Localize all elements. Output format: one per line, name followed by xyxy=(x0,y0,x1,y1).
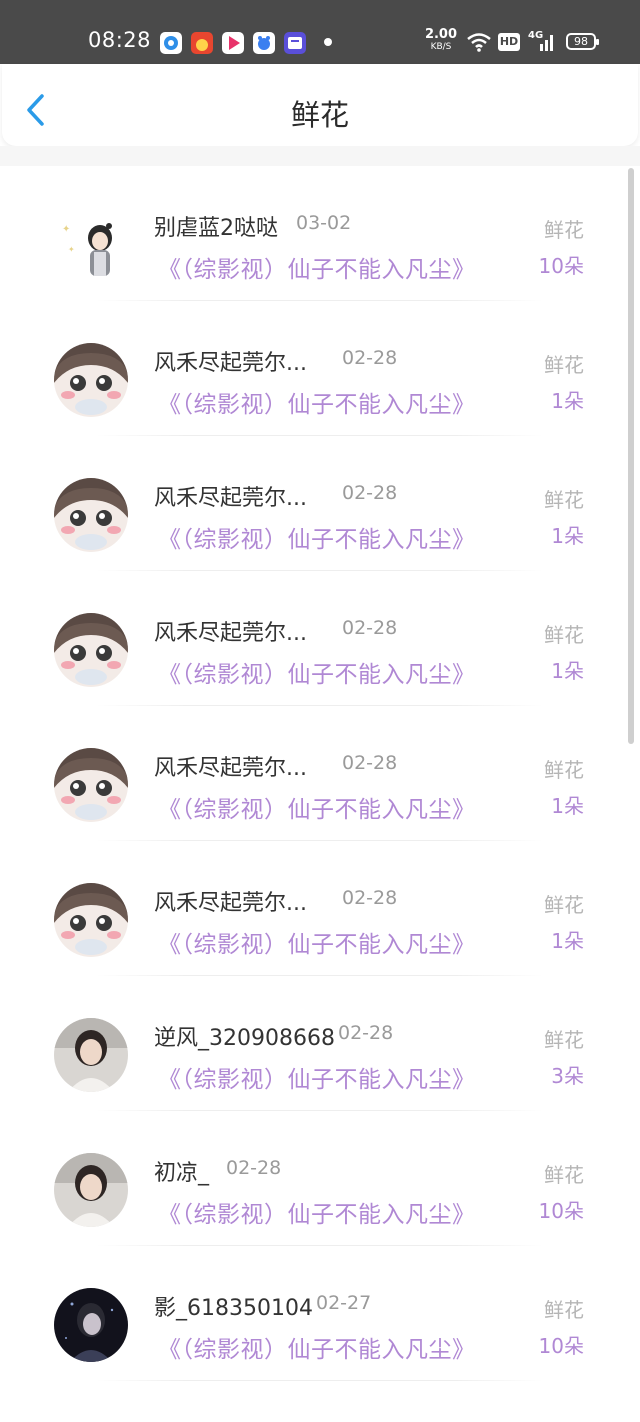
book-title[interactable]: 《（综影视）仙子不能入凡尘》 xyxy=(158,1195,476,1229)
svg-text:✦: ✦ xyxy=(68,245,75,254)
page-header: 鲜花 xyxy=(2,64,638,146)
user-name[interactable]: 风禾尽起莞尔... xyxy=(154,615,307,647)
book-title[interactable]: 《（综影视）仙子不能入凡尘》 xyxy=(158,925,476,959)
gift-count: 10朵 xyxy=(538,254,584,278)
list-item[interactable]: 影_618350104 02-27 《（综影视）仙子不能入凡尘》 鲜花 10朵 xyxy=(0,1246,640,1381)
gift-date: 02-28 xyxy=(338,1022,394,1044)
status-bar: 08:28 2.00 KB/S HD 4G 98 xyxy=(0,0,640,64)
network-speed-unit: KB/S xyxy=(430,42,452,52)
gift-type-label: 鲜花 xyxy=(544,1163,584,1187)
user-name[interactable]: 风禾尽起莞尔... xyxy=(154,885,307,917)
anime-avatar[interactable]: ✦ ✦ xyxy=(54,208,128,282)
book-title[interactable]: 《（综影视）仙子不能入凡尘》 xyxy=(158,250,476,284)
cute-girl-avatar[interactable] xyxy=(54,748,128,822)
hd-badge: HD xyxy=(498,33,520,51)
photo-avatar[interactable] xyxy=(54,1018,128,1092)
flower-gift-list[interactable]: ✦ ✦ 别虐蓝2哒哒 03-02 《（综影视）仙子不能入凡尘》 鲜花 10朵 风禾… xyxy=(0,166,640,1422)
app-notification-icon xyxy=(284,32,306,54)
gift-count: 1朵 xyxy=(551,659,584,683)
gift-count: 1朵 xyxy=(551,794,584,818)
more-notifications-dot xyxy=(324,38,332,46)
user-name[interactable]: 逆风_320908668 xyxy=(154,1020,335,1052)
gift-date: 03-02 xyxy=(296,212,352,234)
battery-indicator: 98 xyxy=(566,33,599,50)
list-item[interactable]: 风禾尽起莞尔... 02-28 《（综影视）仙子不能入凡尘》 鲜花 1朵 xyxy=(0,436,640,571)
app-notification-icon xyxy=(191,32,213,54)
header-spacer xyxy=(0,146,640,166)
gift-type-label: 鲜花 xyxy=(544,758,584,782)
gift-type-label: 鲜花 xyxy=(544,1298,584,1322)
app-notification-icon xyxy=(253,32,275,54)
gift-date: 02-28 xyxy=(226,1157,282,1179)
dark-photo-avatar[interactable] xyxy=(54,1288,128,1362)
gift-date: 02-28 xyxy=(342,347,398,369)
gift-date: 02-28 xyxy=(342,752,398,774)
network-speed: 2.00 KB/S xyxy=(424,28,458,52)
gift-type-label: 鲜花 xyxy=(544,488,584,512)
book-title[interactable]: 《（综影视）仙子不能入凡尘》 xyxy=(158,790,476,824)
app-notification-icon xyxy=(160,32,182,54)
gift-count: 1朵 xyxy=(551,929,584,953)
gift-count: 10朵 xyxy=(538,1334,584,1358)
list-item[interactable]: 风禾尽起莞尔... 02-28 《（综影视）仙子不能入凡尘》 鲜花 1朵 xyxy=(0,301,640,436)
gift-type-label: 鲜花 xyxy=(544,893,584,917)
gift-count: 3朵 xyxy=(551,1064,584,1088)
gift-count: 10朵 xyxy=(538,1199,584,1223)
list-item[interactable]: ✦ ✦ 别虐蓝2哒哒 03-02 《（综影视）仙子不能入凡尘》 鲜花 10朵 xyxy=(0,166,640,301)
user-name[interactable]: 风禾尽起莞尔... xyxy=(154,480,307,512)
gift-type-label: 鲜花 xyxy=(544,218,584,242)
book-title[interactable]: 《（综影视）仙子不能入凡尘》 xyxy=(158,1330,476,1364)
cute-girl-avatar[interactable] xyxy=(54,613,128,687)
cute-girl-avatar[interactable] xyxy=(54,343,128,417)
book-title[interactable]: 《（综影视）仙子不能入凡尘》 xyxy=(158,520,476,554)
cute-girl-avatar[interactable] xyxy=(54,478,128,552)
user-name[interactable]: 初凉_ xyxy=(154,1155,209,1187)
list-item[interactable]: 风禾尽起莞尔... 02-28 《（综影视）仙子不能入凡尘》 鲜花 1朵 xyxy=(0,706,640,841)
gift-count: 1朵 xyxy=(551,389,584,413)
gift-type-label: 鲜花 xyxy=(544,623,584,647)
user-name[interactable]: 影_618350104 xyxy=(154,1290,313,1322)
gift-date: 02-28 xyxy=(342,617,398,639)
user-name[interactable]: 别虐蓝2哒哒 xyxy=(154,210,278,242)
page-title: 鲜花 xyxy=(290,98,349,132)
divider xyxy=(96,1380,544,1381)
user-name[interactable]: 风禾尽起莞尔... xyxy=(154,750,307,782)
gift-type-label: 鲜花 xyxy=(544,1028,584,1052)
scrollbar[interactable] xyxy=(628,168,634,744)
book-title[interactable]: 《（综影视）仙子不能入凡尘》 xyxy=(158,655,476,689)
photo-avatar[interactable] xyxy=(54,1153,128,1227)
gift-date: 02-28 xyxy=(342,887,398,909)
list-item[interactable]: 风禾尽起莞尔... 02-28 《（综影视）仙子不能入凡尘》 鲜花 1朵 xyxy=(0,571,640,706)
svg-text:✦: ✦ xyxy=(62,224,70,235)
app-notification-icon xyxy=(222,32,244,54)
status-time: 08:28 xyxy=(88,28,152,52)
list-item[interactable]: 初凉_ 02-28 《（综影视）仙子不能入凡尘》 鲜花 10朵 xyxy=(0,1111,640,1246)
book-title[interactable]: 《（综影视）仙子不能入凡尘》 xyxy=(158,1060,476,1094)
list-item[interactable]: 逆风_320908668 02-28 《（综影视）仙子不能入凡尘》 鲜花 3朵 xyxy=(0,976,640,1111)
gift-date: 02-28 xyxy=(342,482,398,504)
cute-girl-avatar[interactable] xyxy=(54,883,128,957)
book-title[interactable]: 《（综影视）仙子不能入凡尘》 xyxy=(158,385,476,419)
gift-date: 02-27 xyxy=(316,1292,372,1314)
network-speed-value: 2.00 xyxy=(424,27,458,42)
list-item[interactable]: 风禾尽起莞尔... 02-28 《（综影视）仙子不能入凡尘》 鲜花 1朵 xyxy=(0,841,640,976)
wifi-icon xyxy=(466,32,492,56)
gift-count: 1朵 xyxy=(551,524,584,548)
user-name[interactable]: 风禾尽起莞尔... xyxy=(154,345,307,377)
gift-type-label: 鲜花 xyxy=(544,353,584,377)
